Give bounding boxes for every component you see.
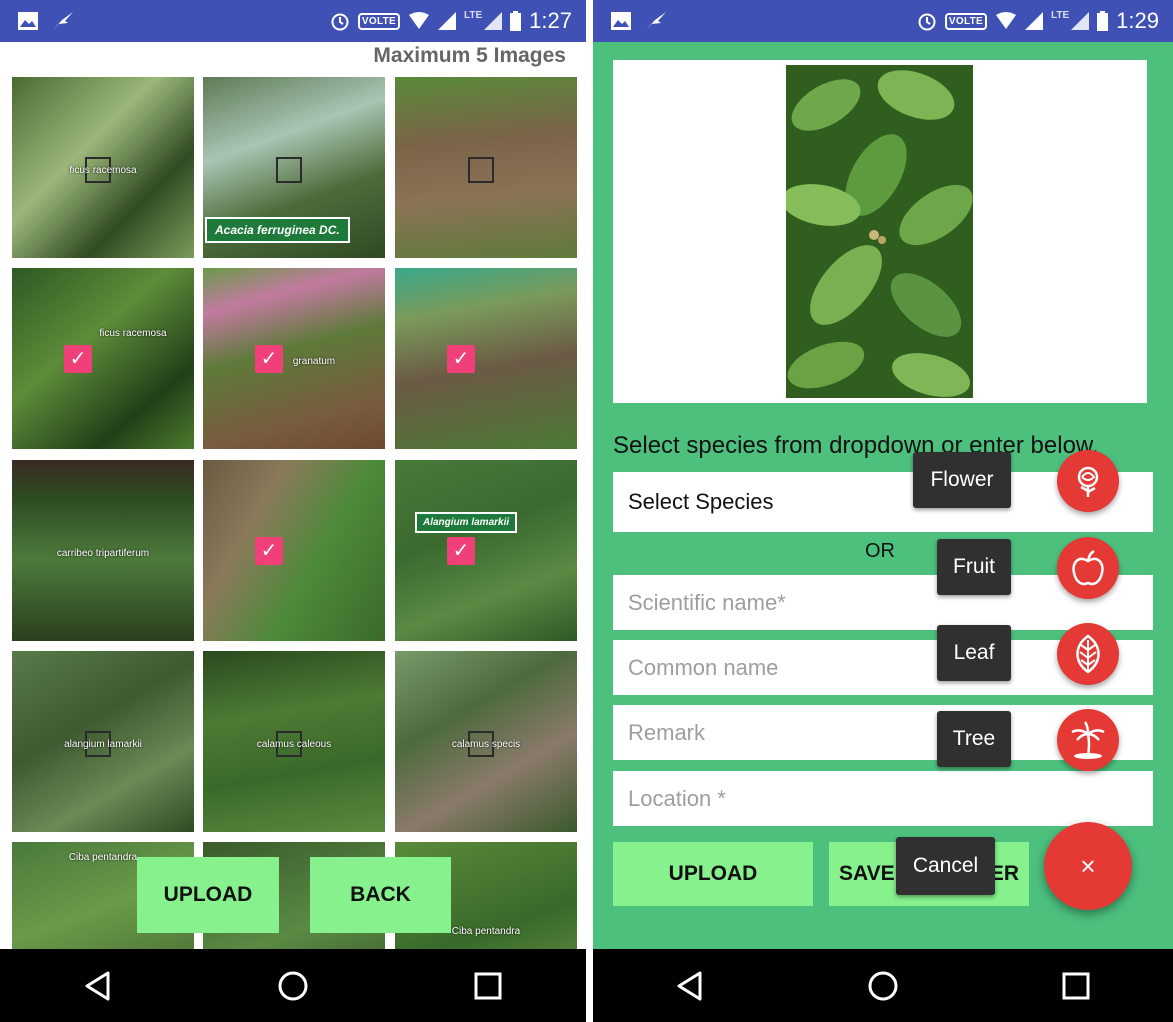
status-bar: VOLTE LTE 1:27 [0,0,586,42]
nav-recents-icon[interactable] [1056,966,1096,1006]
species-dropdown-value: Select Species [628,489,774,514]
alarm-icon [331,13,349,31]
plant-sign: Alangium lamarkii [415,512,518,533]
alarm-icon [918,13,936,31]
tile-label: calamus caleous [256,739,332,750]
species-instruction: Select species from dropdown or enter be… [613,432,1099,459]
lte-label: LTE [1051,10,1070,21]
image-picker-screen: VOLTE LTE 1:27 Maximum 5 Images ficus ra… [0,0,586,1022]
status-bar: VOLTE LTE 1:29 [593,0,1173,42]
signal-icon-2 [484,12,503,30]
battery-icon [510,11,522,31]
navigation-bar [593,949,1173,1022]
bird-icon [53,12,73,30]
close-icon[interactable]: × [1044,822,1132,910]
nav-back-icon[interactable] [670,966,710,1006]
image-tile[interactable] [395,77,577,258]
image-tile[interactable]: ficus racemosa [12,77,194,258]
image-tile[interactable]: calamus caleous [203,651,385,832]
image-tile[interactable]: calamus specis [395,651,577,832]
signal-icon [438,12,457,30]
unchecked-checkbox-icon[interactable] [468,157,494,183]
upload-button[interactable]: UPLOAD [137,857,279,933]
fab-label-flower[interactable]: Flower [913,452,1011,508]
volte-badge: VOLTE [944,12,988,30]
bird-icon [646,12,666,30]
nav-recents-icon[interactable] [468,966,508,1006]
image-tile[interactable]: alangium lamarkii [12,651,194,832]
fab-label-leaf[interactable]: Leaf [937,625,1011,681]
volte-badge: VOLTE [357,12,401,30]
plant-sign: Acacia ferruginea DC. [205,217,350,243]
lte-label: LTE [464,10,483,21]
leaf-photo [786,65,973,398]
image-preview [613,60,1147,403]
unchecked-checkbox-icon[interactable] [276,157,302,183]
back-button[interactable]: BACK [310,857,451,933]
wifi-icon [996,12,1017,29]
signal-icon [1025,12,1044,30]
nav-home-icon[interactable] [273,966,313,1006]
image-grid: ficus racemosa Acacia ferruginea DC. ✓ f… [12,77,578,949]
fab-label-fruit[interactable]: Fruit [937,539,1011,595]
gallery-icon [18,12,38,30]
upload-button[interactable]: UPLOAD [613,842,813,906]
image-tile[interactable]: Acacia ferruginea DC. [203,77,385,258]
image-tile[interactable]: ✓ [395,268,577,449]
palm-tree-icon[interactable] [1057,709,1119,771]
image-tile[interactable]: Alangium lamarkii ✓ [395,460,577,641]
fab-label-tree[interactable]: Tree [937,711,1011,767]
check-icon[interactable]: ✓ [447,537,475,565]
image-tile[interactable]: ✓ ficus racemosa [12,268,194,449]
tile-label: calamus specis [451,739,521,750]
nav-back-icon[interactable] [78,966,118,1006]
check-icon[interactable]: ✓ [255,537,283,565]
battery-icon [1097,11,1109,31]
clock-time: 1:27 [529,8,572,33]
tile-label: carribeo tripartiferum [56,548,150,559]
tile-label: alangium lamarkii [64,739,142,750]
nav-home-icon[interactable] [863,966,903,1006]
navigation-bar [0,949,586,1022]
or-label: OR [865,540,895,562]
gallery-icon [611,12,631,30]
clock-time: 1:29 [1116,8,1159,33]
image-tile[interactable]: ✓ [203,460,385,641]
apple-icon[interactable] [1057,537,1119,599]
signal-icon-2 [1071,12,1090,30]
flower-icon[interactable] [1057,450,1119,512]
leaf-icon[interactable] [1057,623,1119,685]
tile-label: granatum [292,356,336,367]
wifi-icon [409,12,430,29]
check-icon[interactable]: ✓ [447,345,475,373]
tile-label: ficus racemosa [69,165,137,176]
fab-label-cancel[interactable]: Cancel [896,837,995,895]
tile-label: ficus racemosa [99,328,167,339]
max-images-label: Maximum 5 Images [373,44,566,67]
location-input[interactable]: Location * [613,771,1153,826]
species-form-screen: VOLTE LTE 1:29 Select species from dropd… [593,0,1173,1022]
check-icon[interactable]: ✓ [64,345,92,373]
image-tile[interactable]: ✓ granatum [203,268,385,449]
image-tile[interactable]: carribeo tripartiferum [12,460,194,641]
